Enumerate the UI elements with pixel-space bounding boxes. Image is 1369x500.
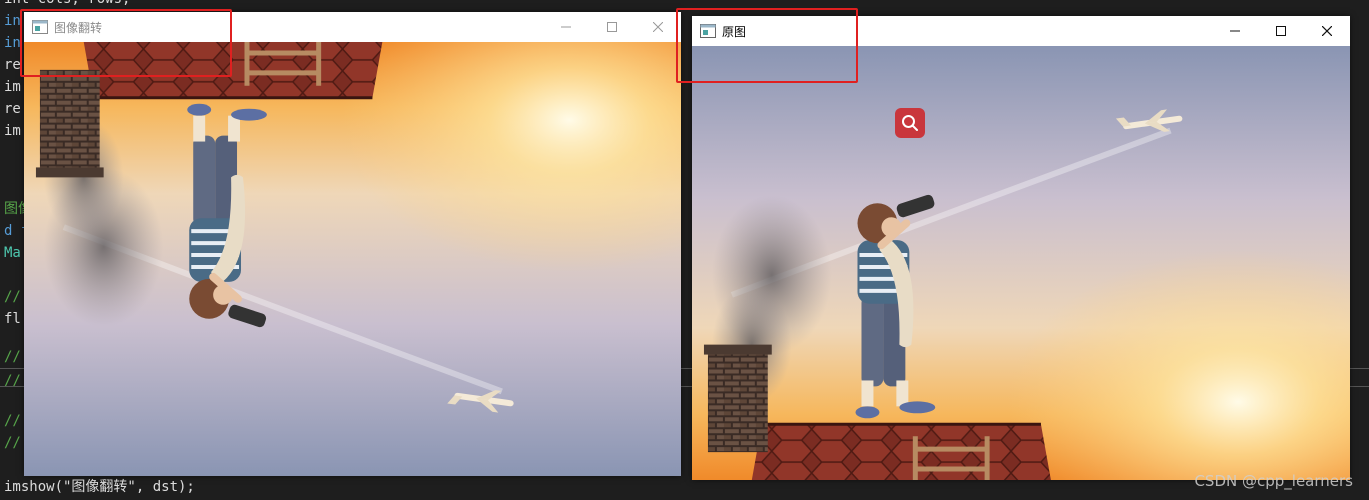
original-image-window[interactable]: 原图: [692, 16, 1350, 480]
code-line: fl: [4, 311, 21, 327]
code-line: //: [4, 435, 21, 451]
close-button[interactable]: [1304, 16, 1350, 46]
flipped-image-window[interactable]: 图像翻转: [24, 12, 681, 476]
code-line: //: [4, 289, 21, 305]
close-button[interactable]: [635, 12, 681, 42]
code-line: re: [4, 57, 21, 73]
code-line: //: [4, 413, 21, 429]
minimize-button[interactable]: [1212, 16, 1258, 46]
image-search-button[interactable]: [895, 108, 925, 138]
code-line: Ma: [4, 245, 21, 261]
minimize-icon: [561, 26, 571, 28]
original-image: [692, 46, 1350, 480]
watermark: CSDN @cpp_learners: [1194, 472, 1353, 490]
title-highlight-box: [20, 9, 232, 77]
flipped-image: [24, 42, 681, 476]
code-line: re: [4, 101, 21, 117]
close-icon: [653, 22, 663, 32]
maximize-button[interactable]: [1258, 16, 1304, 46]
code-line: im: [4, 123, 21, 139]
code-line: //: [4, 349, 21, 365]
code-line: im: [4, 79, 21, 95]
code-line: in: [4, 35, 21, 51]
close-icon: [1322, 26, 1332, 36]
title-highlight-box: [676, 8, 858, 83]
minimize-button[interactable]: [543, 12, 589, 42]
maximize-icon: [1276, 26, 1286, 36]
code-line: in: [4, 13, 21, 29]
search-icon: [902, 115, 918, 131]
maximize-button[interactable]: [589, 12, 635, 42]
maximize-icon: [607, 22, 617, 32]
code-line: imshow("图像翻转", dst);: [4, 479, 195, 495]
code-line: //: [4, 373, 21, 389]
minimize-icon: [1230, 30, 1240, 32]
